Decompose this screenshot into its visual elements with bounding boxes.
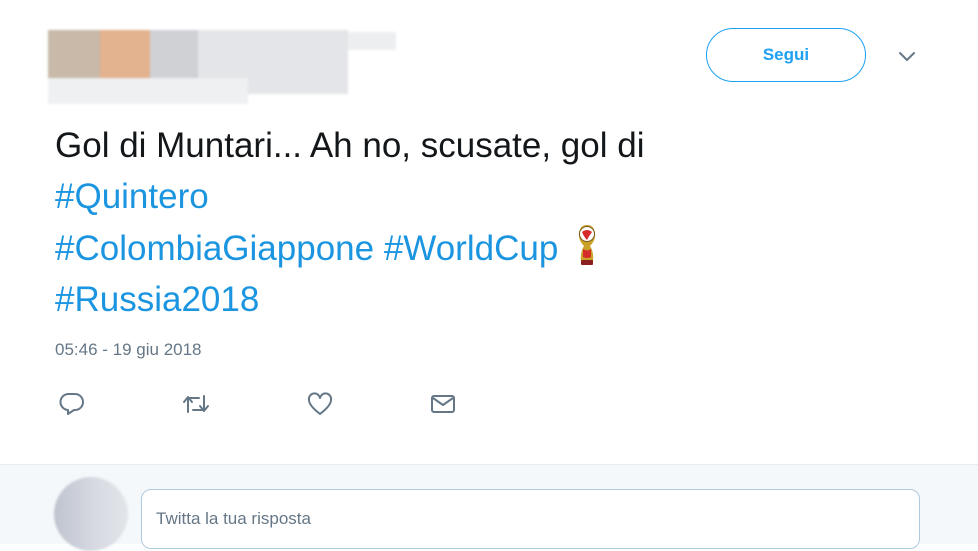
tweet-actions bbox=[55, 388, 495, 420]
user-avatar bbox=[54, 477, 128, 551]
hashtag-russia2018[interactable]: #Russia2018 bbox=[55, 280, 259, 319]
like-icon bbox=[307, 392, 333, 415]
tweet-card: Segui Gol di Muntari... Ah no, scusate, … bbox=[0, 0, 978, 464]
follow-button[interactable]: Segui bbox=[706, 28, 866, 82]
reply-button[interactable] bbox=[55, 388, 89, 420]
world-cup-trophy-icon bbox=[572, 222, 602, 268]
direct-message-icon bbox=[431, 395, 455, 413]
tweet-text: Gol di Muntari... Ah no, scusate, gol di… bbox=[55, 120, 795, 325]
hashtag-worldcup[interactable]: #WorldCup bbox=[384, 229, 558, 268]
like-button[interactable] bbox=[303, 388, 337, 420]
reply-icon bbox=[59, 393, 84, 415]
reply-composer bbox=[0, 464, 978, 551]
retweet-button[interactable] bbox=[179, 388, 213, 420]
hashtag-quintero[interactable]: #Quintero bbox=[55, 177, 209, 216]
blurred-author-info bbox=[48, 20, 398, 108]
hashtag-colombia-giappone[interactable]: #ColombiaGiappone bbox=[55, 229, 374, 268]
blurred-handle-part bbox=[48, 78, 248, 104]
reply-input[interactable] bbox=[141, 489, 920, 549]
chevron-down-icon bbox=[899, 52, 915, 61]
direct-message-button[interactable] bbox=[426, 388, 460, 420]
blurred-handle bbox=[348, 32, 396, 50]
tweet-menu-button[interactable] bbox=[893, 45, 921, 69]
retweet-icon bbox=[183, 395, 209, 413]
tweet-text-line: Gol di Muntari... Ah no, scusate, gol di bbox=[55, 126, 645, 165]
tweet-timestamp[interactable]: 05:46 - 19 giu 2018 bbox=[55, 340, 202, 360]
